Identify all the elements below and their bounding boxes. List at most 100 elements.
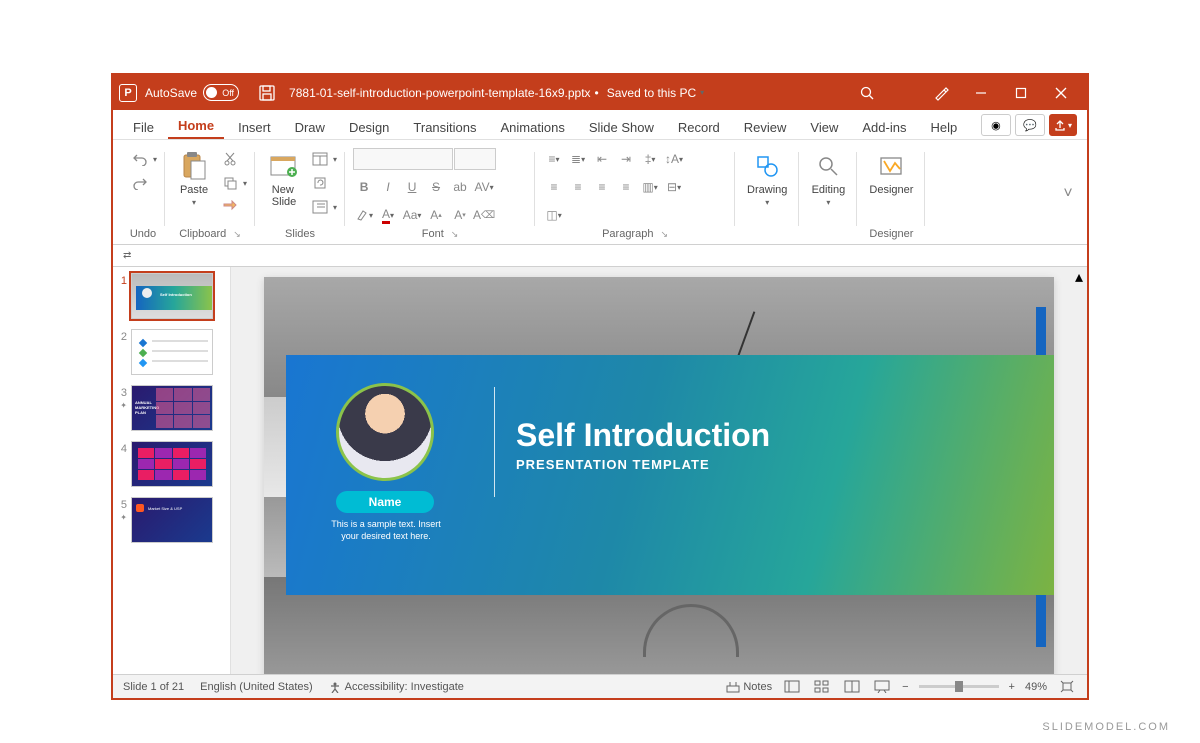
justify-button[interactable]: ≡ [615,176,637,198]
slide-thumbnail-2[interactable] [131,329,213,375]
slide-thumbnail-panel[interactable]: 1 Self Introduction 2 3✦ [113,267,231,674]
ribbon-collapse-button[interactable]: ˅ [1057,144,1079,244]
accessibility-status[interactable]: Accessibility: Investigate [329,681,464,693]
reading-view-button[interactable] [842,679,862,695]
slide-thumbnail-3[interactable]: ANNUALMARKETINGPLAN [131,385,213,431]
shrink-font-button[interactable]: A▾ [449,204,471,226]
change-case-button[interactable]: Aa▾ [401,204,423,226]
paste-button[interactable]: Paste ▾ [173,148,215,209]
bullets-button[interactable]: ≡▾ [543,148,565,170]
camera-mode-button[interactable]: ◉ [981,114,1011,136]
drawing-button[interactable]: Drawing▾ [743,148,791,209]
sample-text[interactable]: This is a sample text. Insert your desir… [322,519,450,542]
slide-subtitle[interactable]: PRESENTATION TEMPLATE [516,457,710,472]
italic-button[interactable]: I [377,176,399,198]
comments-button[interactable]: 💬 [1015,114,1045,136]
slide-canvas[interactable]: Name This is a sample text. Insert your … [264,277,1054,674]
maximize-button[interactable] [1001,75,1041,110]
undo-button[interactable] [129,148,151,170]
normal-view-button[interactable] [782,679,802,695]
layout-button[interactable] [309,148,331,170]
font-size-combo[interactable] [454,148,496,170]
save-status[interactable]: Saved to this PC ▾ [607,86,704,100]
share-button[interactable]: ▾ [1049,114,1077,136]
section-button[interactable] [309,196,331,218]
tab-slideshow[interactable]: Slide Show [579,114,664,139]
tab-help[interactable]: Help [920,114,967,139]
clear-format-button[interactable]: A⌫ [473,204,495,226]
new-slide-button[interactable]: New Slide [263,148,305,210]
tab-addins[interactable]: Add-ins [852,114,916,139]
autosave-toggle[interactable]: AutoSave Off [145,84,239,101]
bold-button[interactable]: B [353,176,375,198]
underline-button[interactable]: U [401,176,423,198]
align-left-button[interactable]: ≡ [543,176,565,198]
sorter-view-button[interactable] [812,679,832,695]
clipboard-launcher-icon[interactable]: ↘ [233,229,241,240]
language-status[interactable]: English (United States) [200,681,313,693]
overflow-chevron-icon[interactable]: ⇄ [123,250,131,261]
fit-window-button[interactable] [1057,679,1077,695]
slide-editor-area[interactable]: Name This is a sample text. Insert your … [231,267,1087,674]
slide-thumbnail-5[interactable]: Market Size & USP [131,497,213,543]
paragraph-launcher-icon[interactable]: ↘ [660,229,668,240]
font-launcher-icon[interactable]: ↘ [451,229,459,240]
autosave-switch[interactable]: Off [203,84,239,101]
notes-button[interactable]: Notes [726,681,772,693]
cut-button[interactable] [219,148,241,170]
tab-animations[interactable]: Animations [491,114,575,139]
shadow-button[interactable]: ab [449,176,471,198]
font-family-combo[interactable] [353,148,453,170]
font-color-button[interactable]: A▾ [377,204,399,226]
tab-draw[interactable]: Draw [285,114,335,139]
tab-transitions[interactable]: Transitions [403,114,486,139]
search-button[interactable] [853,82,881,104]
tab-design[interactable]: Design [339,114,399,139]
editing-button[interactable]: Editing▾ [807,148,849,209]
text-direction-button[interactable]: ↕A▾ [663,148,685,170]
align-center-button[interactable]: ≡ [567,176,589,198]
align-text-button[interactable]: ⊟▾ [663,176,685,198]
increase-indent-button[interactable]: ⇥ [615,148,637,170]
group-label-undo: Undo [129,228,157,244]
highlight-button[interactable]: ▾ [353,204,375,226]
close-button[interactable] [1041,75,1081,110]
avatar-image[interactable] [336,383,434,481]
tab-insert[interactable]: Insert [228,114,281,139]
copy-button[interactable] [219,172,241,194]
tab-review[interactable]: Review [734,114,797,139]
reset-button[interactable] [309,172,331,194]
name-label[interactable]: Name [336,491,434,513]
tab-file[interactable]: File [123,114,164,139]
format-painter-button[interactable] [219,196,241,218]
align-right-button[interactable]: ≡ [591,176,613,198]
slide-counter[interactable]: Slide 1 of 21 [123,681,184,693]
minimize-button[interactable] [961,75,1001,110]
slide-title[interactable]: Self Introduction [516,417,770,454]
tab-view[interactable]: View [800,114,848,139]
grow-font-button[interactable]: A▴ [425,204,447,226]
slide-thumbnail-1[interactable]: Self Introduction [131,273,213,319]
vertical-scrollbar[interactable]: ▴ [1073,271,1085,670]
pen-mode-icon[interactable] [921,75,961,110]
zoom-out-button[interactable]: − [902,681,908,693]
zoom-in-button[interactable]: + [1009,681,1015,693]
zoom-percentage[interactable]: 49% [1025,681,1047,693]
char-spacing-button[interactable]: AV▾ [473,176,495,198]
designer-button[interactable]: Designer [865,148,917,198]
decrease-indent-button[interactable]: ⇤ [591,148,613,170]
line-spacing-button[interactable]: ‡▾ [639,148,661,170]
strike-button[interactable]: S [425,176,447,198]
smartart-button[interactable]: ◫▾ [543,204,565,226]
zoom-handle[interactable] [955,681,963,692]
save-icon[interactable] [259,85,275,101]
tab-home[interactable]: Home [168,112,224,139]
slideshow-view-button[interactable] [872,679,892,695]
redo-button[interactable] [129,172,151,194]
numbering-button[interactable]: ≣▾ [567,148,589,170]
scroll-up-icon[interactable]: ▴ [1073,271,1085,283]
zoom-slider[interactable] [919,685,999,688]
slide-thumbnail-4[interactable] [131,441,213,487]
tab-record[interactable]: Record [668,114,730,139]
columns-button[interactable]: ▥▾ [639,176,661,198]
